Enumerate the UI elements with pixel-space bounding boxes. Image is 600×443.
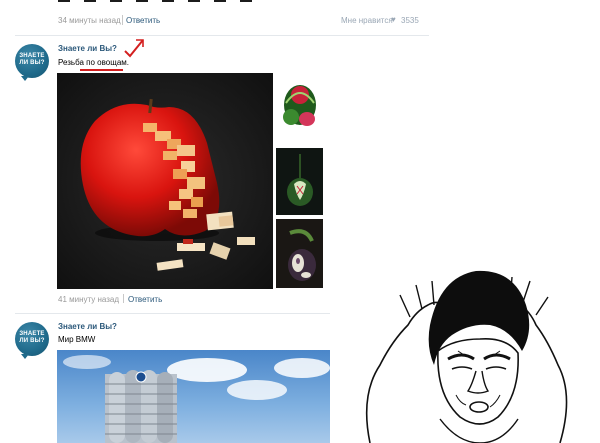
post-author[interactable]: Знаете ли Вы? — [58, 44, 117, 53]
news-feed: 34 минуты назад Ответить Мне нравится ♥ … — [0, 0, 600, 443]
red-underline — [80, 69, 123, 71]
photo-thumbnail-eggplant[interactable] — [276, 219, 323, 288]
post-text: Резьба по овощам. — [58, 58, 129, 67]
post-divider — [15, 35, 429, 36]
photo-thumbnail-watermelon[interactable] — [276, 73, 323, 143]
post-text-prefix: Резьба по — [58, 58, 98, 67]
red-checkmark-icon — [124, 39, 144, 58]
reply-link[interactable]: Ответить — [128, 295, 162, 304]
like-count: 3535 — [401, 16, 419, 25]
post-author[interactable]: Знаете ли Вы? — [58, 322, 117, 331]
tower-building — [105, 370, 177, 443]
bmw-tower-image — [63, 355, 330, 443]
photo-thumbnail-carved-melon[interactable] — [276, 148, 323, 215]
meta-separator — [123, 294, 125, 303]
meta-separator — [122, 15, 123, 25]
like-button-label[interactable]: Мне нравится — [341, 16, 393, 25]
post-text-highlight: овощам — [97, 58, 127, 67]
carved-apple-image — [57, 73, 273, 289]
heart-icon[interactable]: ♥ — [391, 15, 396, 24]
previous-post-meta: 34 минуты назад Ответить Мне нравится ♥ … — [58, 14, 422, 28]
post-timestamp[interactable]: 41 минуту назад — [58, 295, 119, 304]
right-blank-area — [440, 0, 600, 260]
post-timestamp[interactable]: 34 минуты назад — [58, 16, 121, 25]
reply-link[interactable]: Ответить — [126, 16, 160, 25]
confused-face-meme — [330, 255, 600, 443]
previous-post-title-fragment — [58, 0, 288, 2]
post-photo-apple[interactable] — [57, 73, 273, 289]
avatar-text: ЗНАЕТЕ ЛИ ВЫ? — [19, 53, 45, 66]
avatar[interactable]: ЗНАЕТЕ ЛИ ВЫ? — [15, 44, 49, 81]
avatar-text: ЗНАЕТЕ ЛИ ВЫ? — [19, 331, 45, 344]
meme-image-overlay — [330, 255, 600, 443]
avatar[interactable]: ЗНАЕТЕ ЛИ ВЫ? — [15, 322, 49, 359]
post-text-suffix: . — [126, 58, 129, 67]
post-text: Мир BMW — [58, 335, 96, 344]
post-photo-bmw[interactable] — [57, 350, 335, 443]
post-meta: 41 минуту назад Ответить — [58, 294, 162, 304]
